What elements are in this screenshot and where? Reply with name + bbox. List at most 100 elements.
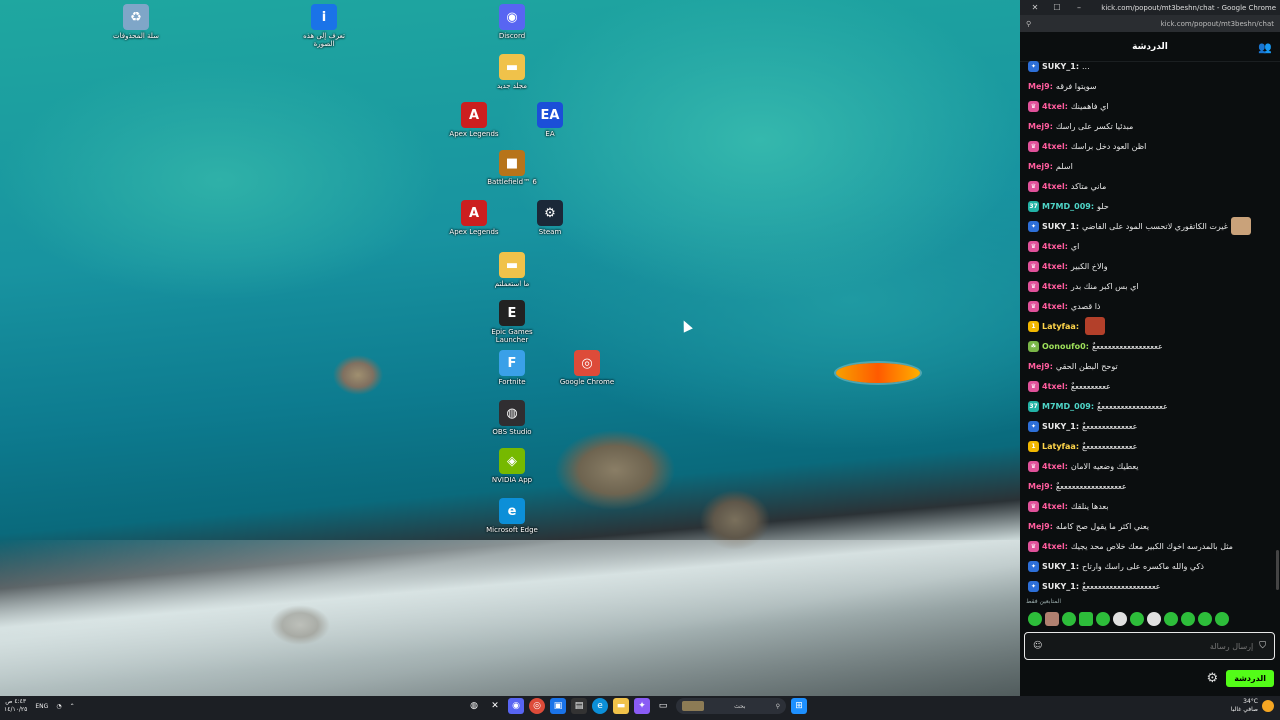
chat-message-text: يعطيك وضعيه الامان [1070, 461, 1139, 471]
discord-taskbar-icon[interactable]: ◉ [508, 698, 524, 714]
emote-button[interactable] [1164, 612, 1178, 626]
chat-username[interactable]: 4txel: [1042, 542, 1068, 551]
start-icon[interactable]: ⊞ [791, 698, 807, 714]
chat-username[interactable]: SUKY_1: [1042, 222, 1079, 231]
desktop-icon-label: سلة المحذوفات [113, 32, 159, 40]
user-badge-icon: ♛ [1028, 260, 1039, 272]
gear-icon[interactable]: ⚙ [1207, 671, 1219, 686]
chat-message: ♛ 4txel: ماني متاكد [1028, 176, 1272, 196]
chat-username[interactable]: 4txel: [1042, 462, 1068, 471]
capcut-taskbar-icon[interactable]: ✕ [487, 698, 503, 714]
emote-button[interactable] [1062, 612, 1076, 626]
file-explorer-taskbar-icon[interactable]: ▬ [613, 698, 629, 714]
desktop-icon-apex[interactable]: A Apex Legends [442, 102, 506, 138]
chat-username[interactable]: Mej9: [1028, 162, 1053, 171]
desktop-icon-apex[interactable]: A Apex Legends [442, 200, 506, 236]
apex-icon: A [461, 200, 487, 226]
chat-message-text: اي فاهمينك [1070, 101, 1109, 111]
desktop-icon-discord[interactable]: ◉ Discord [480, 4, 544, 40]
emote-button[interactable] [1045, 612, 1059, 626]
site-info-icon[interactable]: ⚲ [1026, 20, 1031, 28]
chat-username[interactable]: SUKY_1: [1042, 562, 1079, 571]
network-icon[interactable]: ◔ [56, 703, 61, 710]
chat-scrollbar[interactable] [1276, 550, 1279, 590]
chat-username[interactable]: Oonoufo0: [1042, 342, 1089, 351]
chat-message: ♛ 4txel:ٌعععععععععع [1028, 376, 1272, 396]
chat-username[interactable]: SUKY_1: [1042, 582, 1079, 591]
chat-username[interactable]: 4txel: [1042, 262, 1068, 271]
taskbar-search[interactable]: بحث ⚲ [676, 698, 786, 714]
shield-icon[interactable]: ⛉ [1259, 641, 1266, 651]
desktop-icon-fortnite[interactable]: F Fortnite [480, 350, 544, 386]
chat-username[interactable]: 4txel: [1042, 502, 1068, 511]
desktop-icon-edge[interactable]: e Microsoft Edge [480, 498, 544, 534]
language-indicator[interactable]: ENG [35, 703, 48, 710]
chat-username[interactable]: Mej9: [1028, 362, 1053, 371]
emote-button[interactable] [1113, 612, 1127, 626]
obs-taskbar-icon[interactable]: ◍ [466, 698, 482, 714]
emote-button[interactable] [1181, 612, 1195, 626]
chat-username[interactable]: 4txel: [1042, 302, 1068, 311]
chat-username[interactable]: Latyfaa: [1042, 322, 1079, 331]
emote-button[interactable] [1079, 612, 1093, 626]
desktop-icon-ea[interactable]: EA EA [518, 102, 582, 138]
sun-icon [1262, 700, 1274, 712]
desktop-icon-label: Apex Legends [449, 130, 499, 138]
chrome-taskbar-icon[interactable]: ◎ [529, 698, 545, 714]
desktop-icon-battlefield[interactable]: ■ Battlefield™ 6 [480, 150, 544, 186]
chat-message-text: غيرت الكاتقوري لاتحسب المود على الفاضي [1082, 221, 1228, 231]
emote-button[interactable] [1130, 612, 1144, 626]
chat-messages[interactable]: ✦ SUKY_1:... Mej9: سويتوا فرقه ♛ 4txel: اي فاه… [1020, 56, 1280, 594]
edge-taskbar-icon[interactable]: e [592, 698, 608, 714]
folder-icon: ▬ [499, 54, 525, 80]
ea-icon: EA [537, 102, 563, 128]
chat-username[interactable]: Mej9: [1028, 522, 1053, 531]
chat-username[interactable]: 4txel: [1042, 242, 1068, 251]
desktop-icon-epic[interactable]: E Epic Games Launcher [480, 300, 544, 344]
desktop-icon-folder[interactable]: ▬ ما استعملتم [480, 252, 544, 288]
chat-message-text: ٌعععععععععععععععععع [1097, 401, 1168, 411]
emote-button[interactable] [1028, 612, 1042, 626]
chat-username[interactable]: Mej9: [1028, 82, 1053, 91]
emote-button[interactable] [1147, 612, 1161, 626]
chat-username[interactable]: Latyfaa: [1042, 442, 1079, 451]
browser-url-bar[interactable]: ⚲ kick.com/popout/mt3beshn/chat [1020, 15, 1280, 32]
emote-button[interactable] [1096, 612, 1110, 626]
chat-username[interactable]: SUKY_1: [1042, 422, 1079, 431]
chat-username[interactable]: 4txel: [1042, 142, 1068, 151]
minimize-window-button[interactable]: – [1068, 3, 1090, 12]
chat-message-input[interactable] [1042, 641, 1254, 651]
photos-taskbar-icon[interactable]: ▣ [550, 698, 566, 714]
chat-username[interactable]: 4txel: [1042, 182, 1068, 191]
emote-bar: المتابعين فقط [1024, 598, 1276, 630]
store-taskbar-icon[interactable]: ▤ [571, 698, 587, 714]
task-view-icon[interactable]: ▭ [655, 698, 671, 714]
maximize-window-button[interactable]: ☐ [1046, 3, 1068, 12]
desktop-icon-steam[interactable]: ⚙ Steam [518, 200, 582, 236]
chat-username[interactable]: Mej9: [1028, 122, 1053, 131]
chevron-up-icon[interactable]: ⌃ [70, 703, 75, 710]
desktop-icon-folder[interactable]: ▬ مجلد جديد [480, 54, 544, 90]
chat-input-box[interactable]: ☺ ⛉ [1024, 632, 1275, 660]
chat-username[interactable]: M7MD_009: [1042, 202, 1094, 211]
chat-username[interactable]: M7MD_009: [1042, 402, 1094, 411]
emote-button[interactable] [1215, 612, 1229, 626]
desktop-icon-spotlight[interactable]: i تعرف إلى هذه الصورة [292, 4, 356, 48]
emote-button[interactable] [1198, 612, 1212, 626]
desktop-icon-obs[interactable]: ◍ OBS Studio [480, 400, 544, 436]
chat-username[interactable]: 4txel: [1042, 282, 1068, 291]
desktop-icon-nvidia[interactable]: ◈ NVIDIA App [480, 448, 544, 484]
desktop-icon-recycle-bin[interactable]: ♻ سلة المحذوفات [104, 4, 168, 40]
chat-username[interactable]: SUKY_1: [1042, 62, 1079, 71]
desktop-icon-chrome[interactable]: ◎ Google Chrome [555, 350, 619, 386]
chat-username[interactable]: 4txel: [1042, 102, 1068, 111]
copilot-taskbar-icon[interactable]: ✦ [634, 698, 650, 714]
users-icon[interactable]: 👥 [1258, 41, 1272, 54]
chat-username[interactable]: Mej9: [1028, 482, 1053, 491]
chat-username[interactable]: 4txel: [1042, 382, 1068, 391]
clock[interactable]: ٤:٤٣ ص ١٤/١٠/٢٥ [4, 698, 27, 714]
close-window-button[interactable]: ✕ [1024, 3, 1046, 12]
send-chat-button[interactable]: الدردشة [1226, 669, 1274, 687]
weather-widget[interactable]: 34°C صافي غالبا [1231, 698, 1274, 714]
emoji-icon[interactable]: ☺ [1033, 641, 1042, 651]
